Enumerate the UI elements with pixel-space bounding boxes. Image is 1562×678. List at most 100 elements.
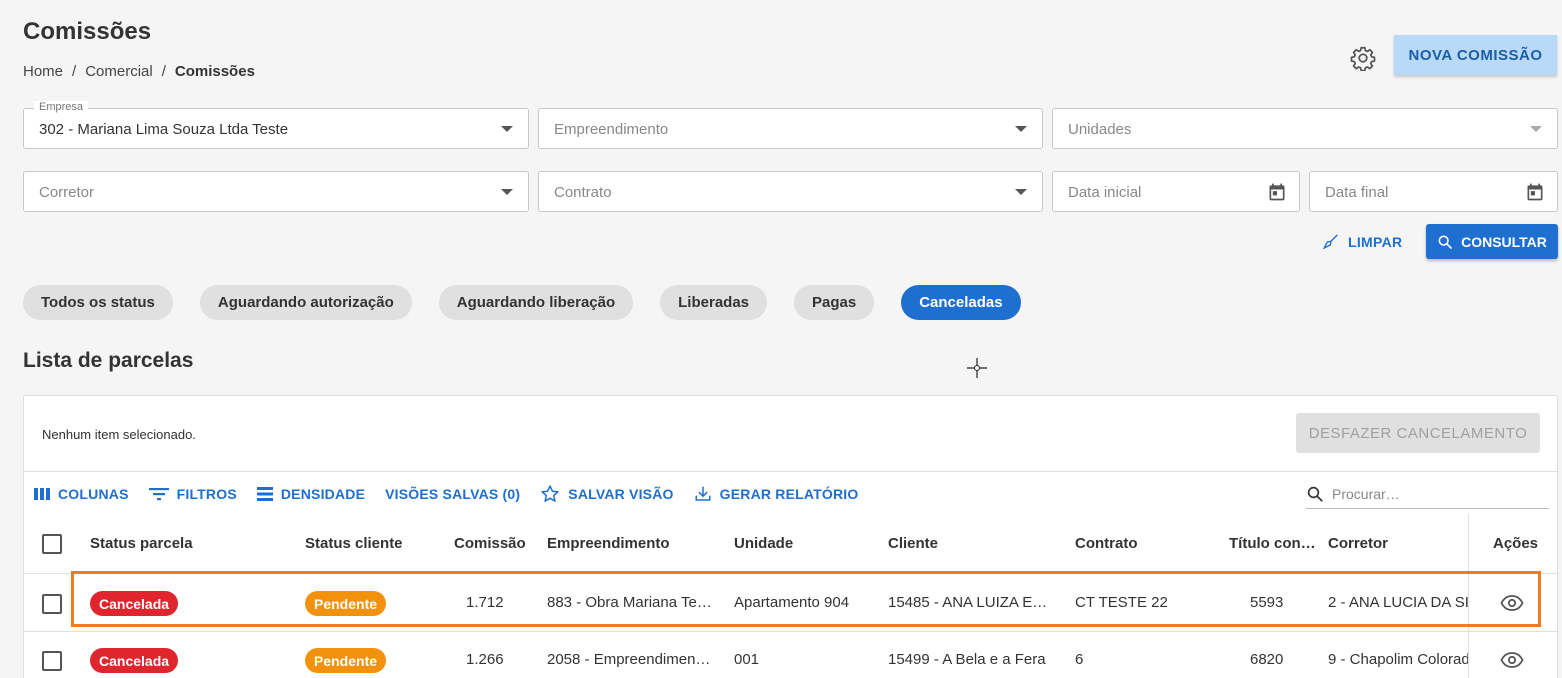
calendar-icon[interactable]	[1267, 182, 1287, 202]
breadcrumb: Home / Comercial / Comissões	[23, 63, 255, 80]
calendar-icon[interactable]	[1525, 182, 1545, 202]
cliente-cell: 15499 - A Bela e a Fera	[888, 651, 1046, 668]
star-icon	[541, 485, 559, 502]
desfazer-cancelamento-button[interactable]: DESFAZER CANCELAMENTO	[1296, 413, 1540, 453]
nova-comissao-button[interactable]: NOVA COMISSÃO	[1394, 35, 1557, 75]
table-row[interactable]: Cancelada Pendente 1.712 883 - Obra Mari…	[24, 575, 1557, 632]
contrato-cell: 6	[1075, 651, 1084, 668]
consultar-button[interactable]: CONSULTAR	[1426, 224, 1558, 259]
empreendimento-cell: 883 - Obra Mariana Te…	[547, 594, 712, 611]
visoes-salvas-button[interactable]: VISÕES SALVAS (0)	[385, 486, 520, 502]
breadcrumb-current: Comissões	[174, 63, 255, 80]
column-header-contrato[interactable]: Contrato	[1075, 535, 1138, 552]
corretor-select[interactable]: Corretor	[23, 171, 529, 212]
chip-todos-os-status[interactable]: Todos os status	[23, 285, 173, 320]
chip-pagas[interactable]: Pagas	[794, 285, 875, 320]
visoes-salvas-label: VISÕES SALVAS (0)	[385, 486, 521, 502]
contrato-select[interactable]: Contrato	[538, 171, 1043, 212]
search-placeholder: Procurar…	[1332, 486, 1400, 502]
densidade-button[interactable]: DENSIDADE	[256, 486, 366, 502]
column-header-comissao[interactable]: Comissão	[454, 535, 526, 552]
column-header-cliente[interactable]: Cliente	[888, 535, 938, 552]
corretor-cell: 9 - Chapolim Colorad	[1328, 651, 1468, 668]
page-title: Comissões	[23, 18, 152, 45]
section-title: Lista de parcelas	[23, 349, 194, 372]
comissao-cell: 1.712	[466, 594, 504, 611]
column-header-status-parcela[interactable]: Status parcela	[90, 535, 193, 552]
status-cliente-badge: Pendente	[305, 648, 387, 673]
dropdown-arrow-icon[interactable]	[1530, 126, 1542, 132]
columns-icon	[34, 488, 50, 500]
unidades-select[interactable]: Unidades	[1052, 108, 1558, 149]
breadcrumb-comercial[interactable]: Comercial	[85, 63, 153, 80]
data-final-input[interactable]: Data final	[1309, 171, 1558, 212]
column-header-titulo[interactable]: Título con…	[1229, 535, 1316, 552]
contrato-placeholder: Contrato	[554, 184, 612, 201]
status-chip-group: Todos os status Aguardando autorização A…	[23, 285, 1021, 320]
breadcrumb-separator: /	[161, 63, 166, 80]
limpar-button[interactable]: LIMPAR	[1322, 230, 1402, 254]
contrato-cell: CT TESTE 22	[1075, 594, 1168, 611]
empreendimento-cell: 2058 - Empreendimen…	[547, 651, 711, 668]
gerar-relatorio-button[interactable]: GERAR RELATÓRIO	[694, 485, 859, 503]
consultar-label: CONSULTAR	[1461, 233, 1547, 250]
grid-search-input[interactable]: Procurar…	[1306, 480, 1549, 509]
salvar-visao-button[interactable]: SALVAR VISÃO	[540, 484, 673, 504]
row-checkbox[interactable]	[42, 651, 62, 671]
empresa-legend: Empresa	[34, 101, 89, 113]
unidade-cell: Apartamento 904	[734, 594, 850, 611]
unidades-placeholder: Unidades	[1068, 121, 1132, 138]
colunas-label: COLUNAS	[58, 486, 129, 502]
titulo-cell: 6820	[1250, 651, 1284, 668]
eye-icon[interactable]	[1500, 593, 1524, 613]
cliente-cell: 15485 - ANA LUIZA E…	[888, 594, 1048, 611]
column-header-empreendimento[interactable]: Empreendimento	[547, 535, 670, 552]
dropdown-arrow-icon[interactable]	[501, 126, 513, 132]
divider	[24, 471, 1557, 472]
filtros-button[interactable]: FILTROS	[148, 486, 237, 502]
broom-icon	[1322, 234, 1338, 250]
breadcrumb-separator: /	[72, 63, 77, 80]
empreendimento-placeholder: Empreendimento	[554, 121, 669, 138]
breadcrumb-home[interactable]: Home	[23, 63, 63, 80]
data-final-placeholder: Data final	[1325, 184, 1389, 201]
search-icon	[1307, 486, 1323, 502]
eye-icon[interactable]	[1500, 650, 1524, 670]
search-icon	[1438, 235, 1452, 249]
titulo-cell: 5593	[1250, 594, 1284, 611]
chip-aguardando-liberacao[interactable]: Aguardando liberação	[438, 285, 634, 320]
cursor-crosshair-icon	[967, 358, 987, 378]
corretor-cell: 2 - ANA LUCIA DA SI	[1328, 594, 1468, 611]
status-parcela-badge: Cancelada	[90, 648, 179, 673]
actions-column-divider	[1468, 514, 1469, 678]
table-header: Status parcela Status cliente Comissão E…	[24, 514, 1557, 574]
status-cliente-badge: Pendente	[305, 591, 387, 616]
empresa-select[interactable]: Empresa 302 - Mariana Lima Souza Ltda Te…	[23, 101, 529, 149]
chip-aguardando-autorizacao[interactable]: Aguardando autorização	[199, 285, 412, 320]
empresa-value: 302 - Mariana Lima Souza Ltda Teste	[39, 121, 289, 138]
row-checkbox[interactable]	[42, 594, 62, 614]
colunas-button[interactable]: COLUNAS	[34, 486, 129, 502]
status-parcela-badge: Cancelada	[90, 591, 179, 616]
data-grid-card: Nenhum item selecionado. DESFAZER CANCEL…	[23, 395, 1558, 678]
dropdown-arrow-icon[interactable]	[1015, 126, 1027, 132]
corretor-placeholder: Corretor	[39, 184, 95, 201]
dropdown-arrow-icon[interactable]	[501, 189, 513, 195]
chip-canceladas[interactable]: Canceladas	[901, 285, 1021, 320]
select-all-checkbox[interactable]	[42, 534, 62, 554]
densidade-label: DENSIDADE	[280, 486, 366, 502]
limpar-label: LIMPAR	[1348, 234, 1403, 250]
data-inicial-input[interactable]: Data inicial	[1052, 171, 1300, 212]
chip-liberadas[interactable]: Liberadas	[660, 285, 768, 320]
grid-toolbar: COLUNAS FILTROS DENSIDADE VISÕES SALVAS …	[34, 484, 858, 504]
column-header-status-cliente[interactable]: Status cliente	[305, 535, 403, 552]
column-header-unidade[interactable]: Unidade	[734, 535, 793, 552]
selection-status: Nenhum item selecionado.	[42, 427, 196, 442]
empreendimento-select[interactable]: Empreendimento	[538, 108, 1043, 149]
gear-icon[interactable]	[1350, 45, 1376, 71]
data-inicial-placeholder: Data inicial	[1068, 184, 1142, 201]
table-row[interactable]: Cancelada Pendente 1.266 2058 - Empreend…	[24, 632, 1557, 678]
column-header-corretor[interactable]: Corretor	[1328, 535, 1388, 552]
dropdown-arrow-icon[interactable]	[1015, 189, 1027, 195]
salvar-visao-label: SALVAR VISÃO	[568, 486, 674, 502]
